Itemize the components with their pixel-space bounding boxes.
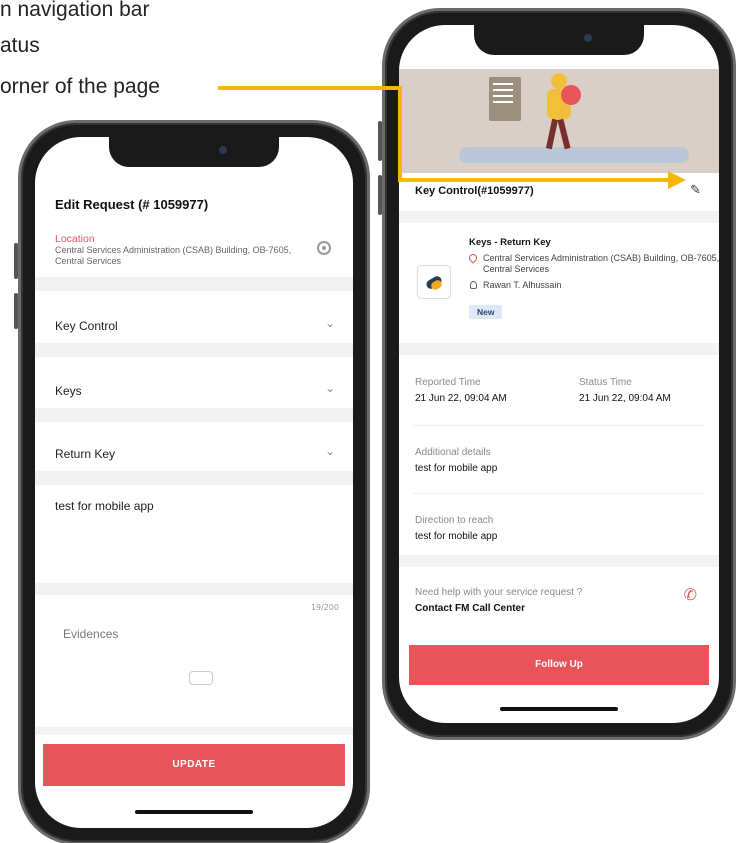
requester-name: Rawan T. Alhussain — [483, 280, 562, 290]
chevron-down-icon: ⌄ — [324, 316, 335, 330]
edit-icon[interactable]: ✎ — [690, 183, 701, 198]
subcategory-value: Keys — [55, 384, 82, 398]
page-title: Edit Request (# 1059977) — [55, 197, 209, 212]
request-detail-phone: Key Control(#1059977) ✎ Keys - Return Ke… — [378, 8, 736, 740]
divider — [35, 727, 353, 735]
request-detail-screen: Key Control(#1059977) ✎ Keys - Return Ke… — [399, 25, 719, 723]
additional-details-label: Additional details — [415, 447, 491, 458]
home-indicator — [500, 707, 618, 711]
char-counter: 19/200 — [310, 603, 339, 612]
caption-line-2: atus — [0, 34, 40, 57]
request-title: Key Control(#1059977) — [415, 185, 534, 197]
update-button[interactable]: UPDATE — [43, 744, 345, 786]
request-location: Central Services Administration (CSAB) B… — [467, 252, 719, 275]
issue-value: Return Key — [55, 447, 116, 461]
camera-icon[interactable] — [189, 671, 213, 685]
chevron-down-icon: ⌄ — [324, 444, 335, 458]
divider — [399, 343, 719, 355]
caption-line-3: orner of the page — [0, 75, 160, 98]
reported-time-label: Reported Time — [415, 377, 481, 388]
phone-notch — [109, 137, 279, 167]
chevron-down-icon: ⌄ — [324, 381, 335, 395]
direction-value: test for mobile app — [415, 531, 498, 542]
reported-time-value: 21 Jun 22, 09:04 AM — [415, 393, 507, 404]
call-center-link[interactable]: Contact FM Call Center — [415, 603, 525, 614]
status-time-label: Status Time — [579, 377, 632, 388]
phone-call-icon[interactable]: ✆ — [684, 585, 697, 604]
location-text: Central Services Administration (CSAB) B… — [55, 245, 292, 266]
requester: Rawan T. Alhussain — [469, 280, 561, 290]
issue-select[interactable]: Return Key ⌄ — [55, 443, 335, 463]
home-indicator — [135, 810, 253, 814]
description-textarea[interactable]: test for mobile app — [55, 499, 154, 513]
phone-notch — [474, 25, 644, 55]
divider — [35, 583, 353, 595]
divider — [35, 277, 353, 291]
divider — [413, 425, 705, 426]
divider — [413, 493, 705, 494]
divider — [35, 471, 353, 485]
volume-button — [378, 175, 382, 215]
help-text: Need help with your service request ? — [415, 587, 583, 598]
hero-illustration — [399, 69, 719, 173]
keys-category-icon — [417, 265, 451, 299]
request-type: Keys - Return Key — [469, 237, 551, 248]
divider — [35, 408, 353, 422]
edit-request-screen: Edit Request (# 1059977) Location Centra… — [35, 137, 353, 828]
divider — [399, 555, 719, 567]
category-select[interactable]: Key Control ⌄ — [55, 315, 335, 335]
person-carrying-key-illustration — [539, 71, 581, 155]
location-field[interactable]: Location Central Services Administration… — [55, 233, 300, 267]
status-badge: New — [469, 305, 503, 319]
divider — [399, 211, 719, 223]
volume-button — [14, 293, 18, 329]
volume-button — [14, 243, 18, 279]
category-value: Key Control — [55, 319, 118, 333]
follow-up-button[interactable]: Follow Up — [409, 645, 709, 685]
location-label: Location — [55, 233, 95, 245]
request-location-text: Central Services Administration (CSAB) B… — [483, 253, 719, 274]
edit-request-phone: Edit Request (# 1059977) Location Centra… — [14, 120, 370, 843]
direction-label: Direction to reach — [415, 515, 494, 526]
location-pin-icon — [467, 252, 479, 264]
user-icon — [470, 281, 477, 289]
status-time-value: 21 Jun 22, 09:04 AM — [579, 393, 671, 404]
caption-line-1: n navigation bar — [0, 0, 150, 21]
evidences-label: Evidences — [63, 627, 119, 641]
divider — [35, 343, 353, 357]
additional-details-value: test for mobile app — [415, 463, 498, 474]
subcategory-select[interactable]: Keys ⌄ — [55, 380, 335, 400]
volume-button — [378, 121, 382, 161]
locate-icon[interactable] — [317, 241, 331, 255]
